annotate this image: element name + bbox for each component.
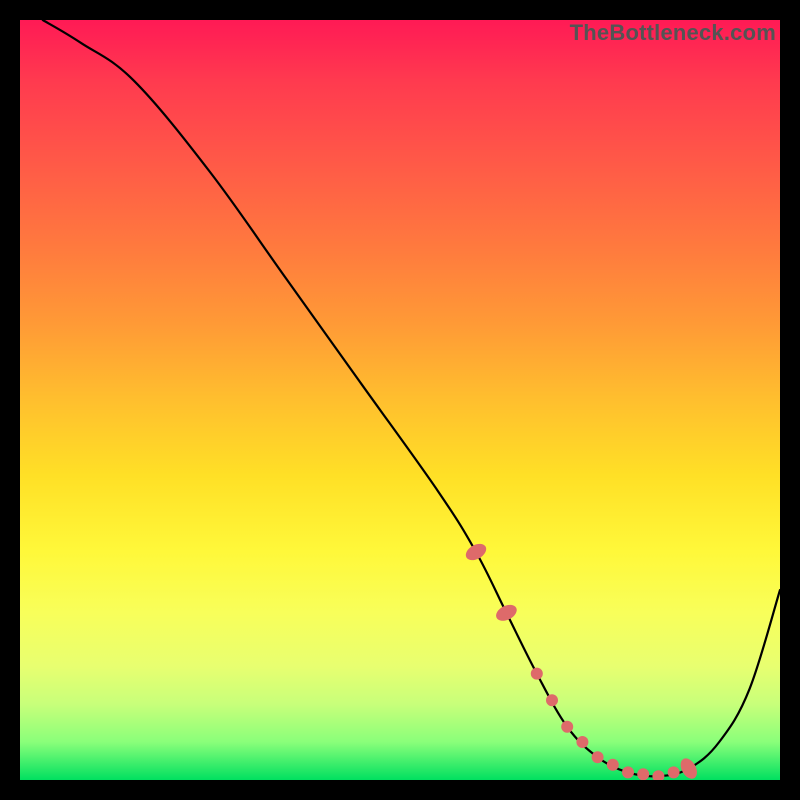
curve-marker-dot [652, 770, 664, 780]
chart-svg [20, 20, 780, 780]
curve-marker-oval [463, 541, 489, 564]
curve-marker-dot [607, 759, 619, 771]
curve-marker-dot [668, 766, 680, 778]
chart-frame: TheBottleneck.com [0, 0, 800, 800]
curve-marker-dot [546, 694, 558, 706]
curve-marker-dot [531, 668, 543, 680]
curve-marker-oval [677, 756, 700, 780]
curve-marker-dot [576, 736, 588, 748]
plot-area: TheBottleneck.com [20, 20, 780, 780]
curve-marker-dot [622, 766, 634, 778]
curve-markers [463, 541, 700, 780]
curve-marker-oval [493, 602, 519, 624]
curve-marker-dot [561, 721, 573, 733]
bottleneck-curve [43, 20, 780, 776]
curve-marker-dot [592, 751, 604, 763]
curve-marker-dot [637, 768, 649, 780]
